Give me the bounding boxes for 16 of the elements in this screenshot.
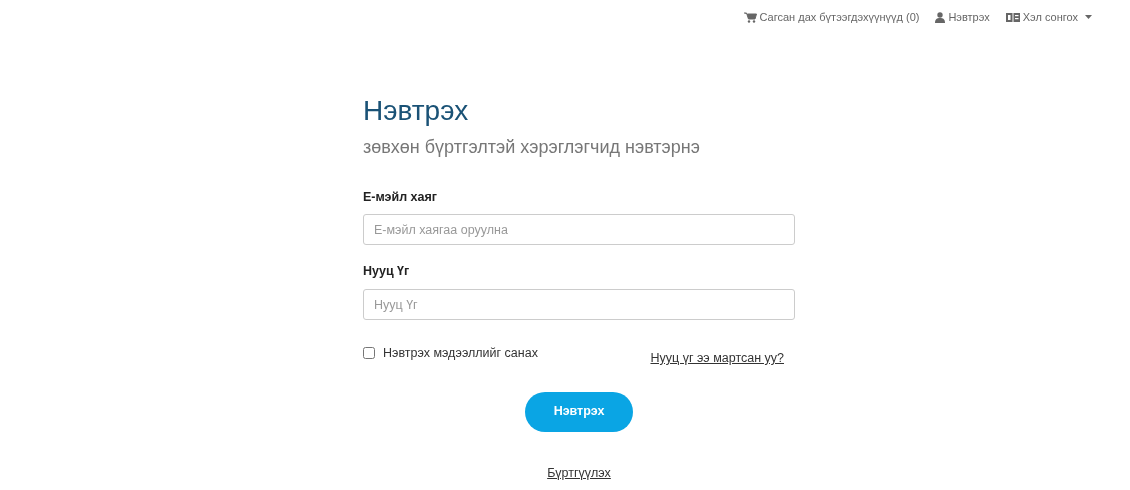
- nav-link[interactable]: Сагсан дах бүтээгдэхүүнүүд (0): [743, 8, 920, 26]
- register-link[interactable]: Бүртгүүлэх: [547, 463, 611, 483]
- field-label: Е-мэйл хаяг: [363, 188, 437, 206]
- email-field[interactable]: Е-мэйл хаягаа оруулна: [363, 214, 795, 246]
- page-title: Нэвтрэх: [363, 94, 470, 128]
- forgot-password-link[interactable]: Нууц үг ээ мартсан уу?: [650, 349, 784, 368]
- cart-icon: [743, 11, 757, 23]
- language-icon: [1005, 12, 1020, 22]
- checkbox-label: Нэвтрэх мэдээллийг санах: [383, 345, 538, 363]
- nav-link[interactable]: Хэл сонгох: [1005, 8, 1092, 26]
- field-label: Нууц Үг: [363, 263, 410, 281]
- page-subtitle: зөвхөн бүртгэлтэй хэрэглэгчид нэвтэрнэ: [363, 135, 701, 159]
- nav-link[interactable]: Нэвтрэх: [935, 8, 990, 26]
- remember-checkbox[interactable]: [363, 347, 375, 360]
- password-field[interactable]: Нууц Үг: [363, 289, 795, 321]
- user-icon: [935, 11, 946, 23]
